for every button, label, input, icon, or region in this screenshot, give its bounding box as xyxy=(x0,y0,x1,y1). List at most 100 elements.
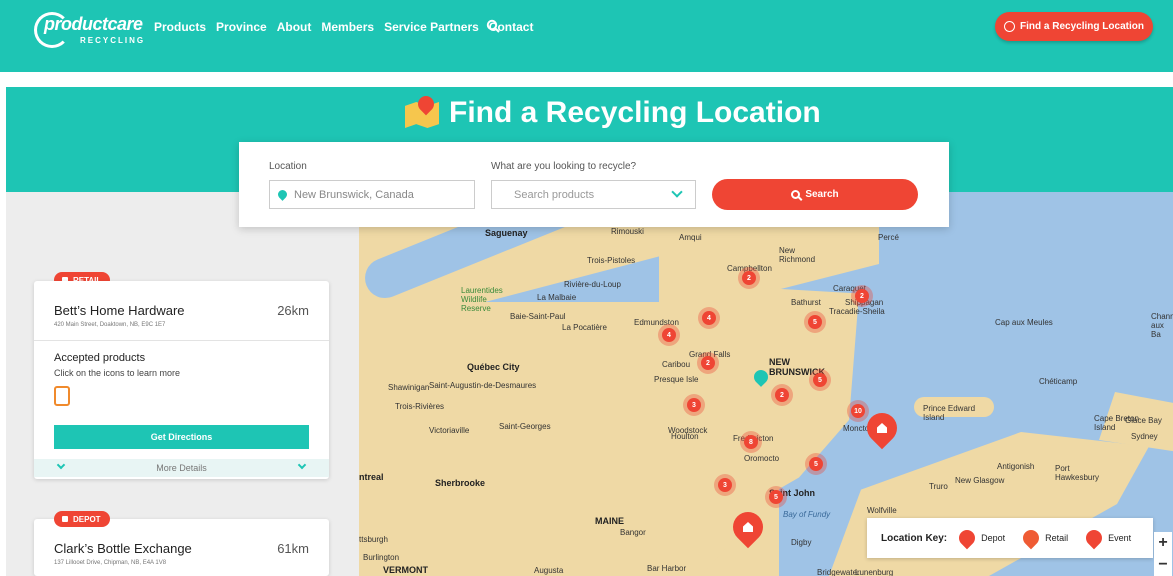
label-caribou: Caribou xyxy=(662,360,691,369)
event-key-label: Event xyxy=(1108,533,1132,543)
products-label: What are you looking to recycle? xyxy=(491,161,637,172)
products-select[interactable]: Search products xyxy=(491,180,696,209)
main-nav: Products Province About Members Service … xyxy=(154,20,533,34)
map-cluster[interactable]: 5 xyxy=(765,486,787,508)
map-cluster[interactable]: 5 xyxy=(805,453,827,475)
tag-icon xyxy=(62,516,68,522)
label-trois-pistoles: Trois-Pistoles xyxy=(587,256,636,265)
compass-icon xyxy=(1004,21,1016,32)
map-cluster[interactable]: 2 xyxy=(771,384,793,406)
location-address: 137 Lillooet Drive, Chipman, NB, E4A 1V8 xyxy=(54,560,167,566)
label-new-richmond: New Richmond xyxy=(779,246,816,264)
map-area[interactable]: Saguenay Rimouski Amqui Percé Trois-Pist… xyxy=(359,192,1173,576)
label-saint-georges: Saint-Georges xyxy=(499,422,551,431)
map-cluster[interactable]: 2 xyxy=(851,285,873,307)
location-value: New Brunswick, Canada xyxy=(294,188,414,201)
event-key-icon xyxy=(1082,526,1106,550)
page-title: Find a Recycling Location xyxy=(449,96,821,129)
location-pin-icon xyxy=(276,188,289,201)
map-cluster[interactable]: 3 xyxy=(714,474,736,496)
search-button[interactable]: Search xyxy=(712,179,918,210)
label-riviere-du-loup: Rivière-du-Loup xyxy=(564,280,621,289)
label-montreal: ntreal xyxy=(359,472,384,482)
label-baie-saint-paul: Baie-Saint-Paul xyxy=(510,312,566,321)
nav-members[interactable]: Members xyxy=(321,20,374,34)
label-digby: Digby xyxy=(791,538,812,547)
label-augusta: Augusta xyxy=(534,566,564,575)
depot-key-icon xyxy=(955,526,979,550)
label-presque-isle: Presque Isle xyxy=(654,375,699,384)
retail-key-label: Retail xyxy=(1045,533,1069,543)
productcare-logo[interactable]: productcare RECYCLING xyxy=(34,10,143,48)
location-input[interactable]: New Brunswick, Canada xyxy=(269,180,475,209)
label-saguenay: Saguenay xyxy=(485,228,528,238)
map-cluster[interactable]: 8 xyxy=(740,431,762,453)
map-cluster[interactable]: 2 xyxy=(697,352,719,374)
search-icon xyxy=(791,190,801,199)
label-antigonish: Antigonish xyxy=(997,462,1035,471)
location-address: 420 Main Street, Doaktown, NB, E9C 1E7 xyxy=(54,322,166,328)
location-name: Clark’s Bottle Exchange xyxy=(54,541,192,556)
nav-about[interactable]: About xyxy=(277,20,312,34)
label-port-hawkesbury: Port Hawkesbury xyxy=(1055,464,1100,482)
label-cap-aux-meules: Cap aux Meules xyxy=(995,318,1053,327)
accepted-products-title: Accepted products xyxy=(54,352,146,364)
label-sydney: Sydney xyxy=(1131,432,1158,441)
search-button-label: Search xyxy=(805,189,839,200)
more-details-toggle[interactable]: More Details xyxy=(34,459,329,477)
result-card[interactable]: Clark’s Bottle Exchange 137 Lillooet Dri… xyxy=(34,519,329,576)
label-quebec-city: Québec City xyxy=(467,362,520,372)
label-bay-of-fundy: Bay of Fundy xyxy=(783,510,831,519)
label-pei: Prince Edward Island xyxy=(923,404,976,422)
label-truro: Truro xyxy=(929,482,948,491)
label-burlington: Burlington xyxy=(363,553,400,562)
map-cluster[interactable]: 2 xyxy=(738,267,760,289)
depot-tag: DEPOT xyxy=(54,511,110,527)
chevron-down-icon xyxy=(56,460,66,470)
zoom-out-button[interactable]: − xyxy=(1158,556,1167,574)
label-saint-augustin: Saint-Augustin-de-Desmaures xyxy=(429,381,537,390)
more-details-label: More Details xyxy=(156,463,207,473)
label-cheticamp: Chéticamp xyxy=(1039,377,1078,386)
chevron-down-icon xyxy=(297,460,307,470)
get-directions-button[interactable]: Get Directions xyxy=(54,425,309,449)
label-bathurst: Bathurst xyxy=(791,298,821,307)
logo-word: productcare xyxy=(44,14,143,34)
search-icon[interactable] xyxy=(486,19,500,33)
nav-service-partners[interactable]: Service Partners xyxy=(384,20,479,34)
map-cluster[interactable]: 4 xyxy=(658,324,680,346)
label-la-pocatiere: La Pocatière xyxy=(562,323,607,332)
map-cluster[interactable]: 4 xyxy=(698,307,720,329)
label-glace-bay: Glace Bay xyxy=(1125,416,1162,425)
map-cluster[interactable]: 5 xyxy=(809,369,831,391)
zoom-in-button[interactable]: + xyxy=(1158,534,1167,552)
label-new-glasgow: New Glasgow xyxy=(955,476,1005,485)
find-location-button[interactable]: Find a Recycling Location xyxy=(995,12,1153,41)
label-bar-harbor: Bar Harbor xyxy=(647,564,687,573)
label-trois-rivieres: Trois-Rivières xyxy=(395,402,445,411)
zoom-control: + − xyxy=(1154,532,1172,576)
label-amqui: Amqui xyxy=(679,233,702,242)
location-distance: 61km xyxy=(277,541,309,556)
location-key: Location Key: Depot Retail Event xyxy=(867,518,1153,558)
paint-can-icon[interactable] xyxy=(54,386,70,406)
nav-province[interactable]: Province xyxy=(216,20,267,34)
label-plattsburgh: ttsburgh xyxy=(359,535,388,544)
retail-key-icon xyxy=(1019,526,1043,550)
site-header: productcare RECYCLING Products Province … xyxy=(0,0,1173,72)
label-shawinigan: Shawinigan xyxy=(388,383,430,392)
label-victoriaville: Victoriaville xyxy=(429,426,470,435)
map-cluster[interactable]: 10 xyxy=(847,400,869,422)
folded-map-icon xyxy=(405,92,439,130)
hero-title-row: Find a Recycling Location xyxy=(405,92,821,130)
label-rimouski: Rimouski xyxy=(611,227,644,236)
map-cluster[interactable]: 3 xyxy=(683,394,705,416)
result-card[interactable]: Bett’s Home Hardware 420 Main Street, Do… xyxy=(34,281,329,479)
label-maine: MAINE xyxy=(595,516,624,526)
map-cluster[interactable]: 5 xyxy=(804,311,826,333)
depot-tag-label: DEPOT xyxy=(73,514,101,524)
nav-products[interactable]: Products xyxy=(154,20,206,34)
label-laurentides: Laurentides Wildlife Reserve xyxy=(461,286,503,313)
accepted-products-sub: Click on the icons to learn more xyxy=(54,368,181,378)
label-channel: Chann aux Ba xyxy=(1151,312,1173,339)
